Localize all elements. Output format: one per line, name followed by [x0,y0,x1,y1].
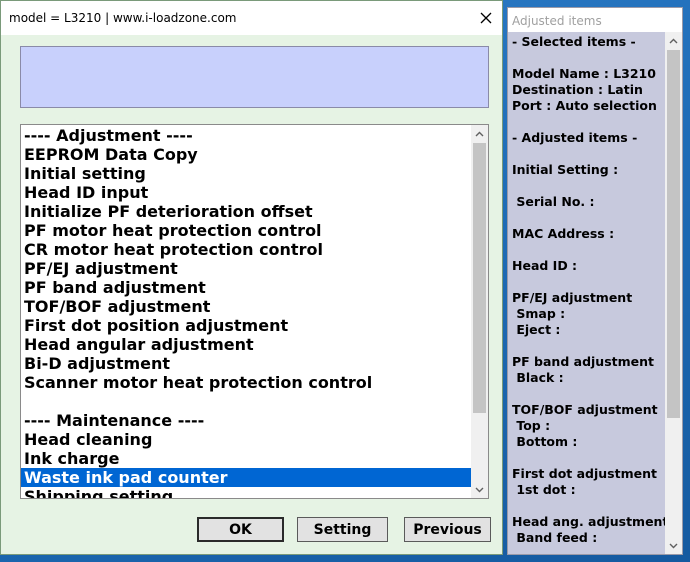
function-listbox[interactable]: ---- Adjustment ---- EEPROM Data Copy Init… [20,124,489,499]
adjusted-item-line: First dot adjustment [512,466,657,481]
list-item[interactable]: Initial setting [21,164,472,183]
side-scroll-thumb[interactable] [667,50,680,418]
list-item[interactable]: PF band adjustment [21,278,472,297]
list-item[interactable]: PF motor heat protection control [21,221,472,240]
adjusted-item-line [512,242,662,258]
list-item[interactable]: Ink charge [21,449,472,468]
adjusted-item-line [512,178,662,194]
side-scrollbar[interactable] [665,32,682,554]
adjusted-item-line: - Selected items - [512,34,636,49]
list-item[interactable]: ---- Adjustment ---- [21,126,472,145]
adjusted-item-line: Head ang. adjustment [512,514,669,529]
adjusted-item-line: Black : [512,370,564,385]
list-item[interactable]: ---- Maintenance ---- [21,411,472,430]
list-item[interactable]: Shipping setting [21,487,472,498]
adjusted-item-line: Smap : [512,306,566,321]
chevron-up-icon [669,38,678,43]
adjusted-item-line: Model Name : L3210 [512,66,656,81]
list-scrollbar[interactable] [471,125,488,498]
chevron-up-icon [475,131,484,136]
list-item[interactable]: TOF/BOF adjustment [21,297,472,316]
adjusted-item-line: PF band adjustment [512,354,654,369]
adjusted-item-line [512,498,662,514]
list-items: ---- Adjustment ---- EEPROM Data Copy Init… [21,126,472,498]
adjusted-items-text: - Selected items - Model Name : L3210 Dest… [512,34,669,546]
list-item[interactable]: Scanner motor heat protection control [21,373,472,392]
adjusted-item-line: Serial No. : [512,194,595,209]
title-bar: model = L3210 | www.i-loadzone.com [1,1,502,35]
message-box [20,46,489,108]
window-title: model = L3210 | www.i-loadzone.com [9,11,237,25]
ok-button[interactable]: OK [197,517,284,542]
adjusted-items-window: Adjusted items - Selected items - Model N… [507,7,683,555]
list-item[interactable]: Head ID input [21,183,472,202]
side-scroll-up-button[interactable] [665,32,682,49]
side-scroll-down-button[interactable] [665,537,682,554]
adjusted-item-line [512,210,662,226]
list-item[interactable]: CR motor heat protection control [21,240,472,259]
adjusted-item-line: Top : [512,418,551,433]
adjusted-item-line: Bottom : [512,434,578,449]
main-window: model = L3210 | www.i-loadzone.com ---- … [0,0,503,555]
adjusted-item-line [512,50,662,66]
side-window-title: Adjusted items [512,14,602,28]
list-item[interactable] [21,392,472,411]
adjusted-item-line: PF/EJ adjustment [512,290,633,305]
adjusted-item-line [512,386,662,402]
adjusted-item-line [512,274,662,290]
adjusted-item-line: Port : Auto selection [512,98,657,113]
scroll-up-button[interactable] [471,125,488,142]
list-item[interactable]: Initialize PF deterioration offset [21,202,472,221]
adjusted-item-line [512,450,662,466]
adjusted-item-line: Eject : [512,322,561,337]
adjusted-item-line: Head ID : [512,258,578,273]
list-item[interactable]: Bi-D adjustment [21,354,472,373]
adjusted-item-line: - Adjusted items - [512,130,638,145]
adjusted-item-line: 1st dot : [512,482,576,497]
list-item[interactable]: Head angular adjustment [21,335,472,354]
scroll-thumb[interactable] [473,143,486,413]
adjusted-item-line: Band feed : [512,530,598,545]
close-icon [480,12,492,24]
adjusted-item-line: Initial Setting : [512,162,619,177]
scroll-down-button[interactable] [471,481,488,498]
chevron-down-icon [475,487,484,492]
list-item[interactable]: Head cleaning [21,430,472,449]
close-button[interactable] [470,1,502,35]
adjusted-item-line [512,338,662,354]
previous-button[interactable]: Previous [404,517,491,542]
list-item[interactable]: EEPROM Data Copy [21,145,472,164]
side-title-bar: Adjusted items [508,8,682,32]
adjusted-item-line: TOF/BOF adjustment [512,402,658,417]
list-item[interactable]: Waste ink pad counter [21,468,472,487]
adjusted-item-line: Destination : Latin [512,82,643,97]
adjusted-item-line [512,114,662,130]
chevron-down-icon [669,543,678,548]
adjusted-item-line: MAC Address : [512,226,615,241]
list-item[interactable]: First dot position adjustment [21,316,472,335]
list-item[interactable]: PF/EJ adjustment [21,259,472,278]
setting-button[interactable]: Setting [297,517,388,542]
adjusted-item-line [512,146,662,162]
